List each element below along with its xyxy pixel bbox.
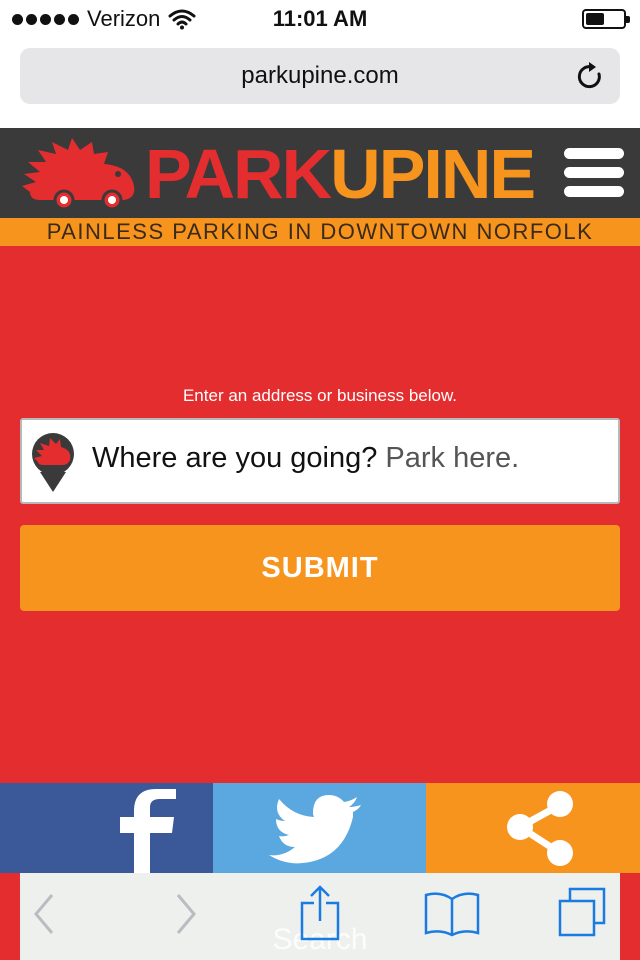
bookmarks-icon[interactable] [424,891,480,937]
address-bar[interactable]: parkupine.com [20,48,620,104]
hamburger-menu-icon[interactable] [564,148,624,198]
twitter-icon [269,795,361,864]
search-instructions: Enter an address or business below. [182,386,458,405]
url-text[interactable]: parkupine.com [20,62,620,90]
porcupine-car-logo-icon[interactable] [20,136,140,212]
facebook-button[interactable] [0,783,213,873]
twitter-button[interactable] [213,783,426,873]
destination-search-input[interactable]: Where are you going? Park here. [20,418,620,504]
browser-toolbar: Search [20,873,620,960]
site-header: PARKUPINE [0,128,640,218]
site-logo-wordmark[interactable]: PARKUPINE [145,134,536,214]
logo-part-upine: UPINE [330,135,536,213]
share-icon [507,791,573,866]
back-icon[interactable] [32,891,56,937]
search-placeholder: Park here. [385,442,520,474]
browser-chrome: parkupine.com [0,40,640,128]
search-value: Where are you going? [92,442,378,474]
submit-button[interactable]: SUBMIT [20,525,620,611]
search-text[interactable]: Where are you going? Park here. [92,442,519,475]
forward-icon[interactable] [174,891,198,937]
clock: 11:01 AM [272,6,368,31]
share-sheet-icon[interactable] [300,885,340,941]
share-button[interactable] [426,783,640,873]
reload-icon[interactable] [574,60,606,92]
facebook-icon [120,789,176,873]
social-bar [0,783,640,873]
tagline: PAINLESS PARKING IN DOWNTOWN NORFOLK [0,218,640,246]
map-pin-porcupine-icon [32,433,74,492]
logo-part-park: PARK [145,135,332,213]
tabs-icon[interactable] [556,887,608,939]
status-bar: Verizon 11:01 AM [0,0,640,40]
battery-icon [582,9,630,29]
